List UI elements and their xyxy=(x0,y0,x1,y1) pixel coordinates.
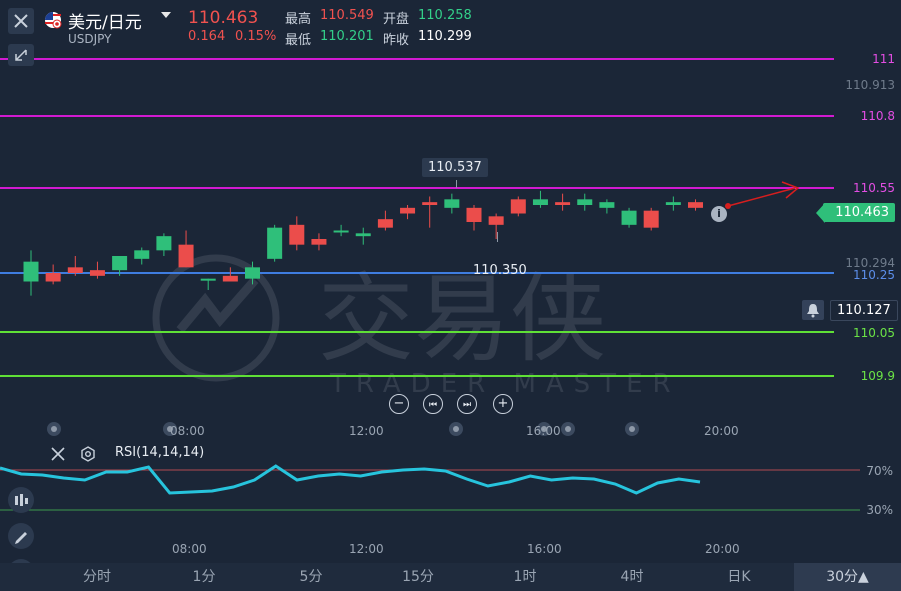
time-label: 16:00 xyxy=(526,424,561,438)
event-dot[interactable] xyxy=(561,422,575,436)
high-marker: 110.537 xyxy=(422,158,488,177)
candle-body xyxy=(67,267,83,273)
candles-icon xyxy=(15,494,28,506)
rsi-title: RSI(14,14,14) xyxy=(115,445,205,460)
rsi-time-label: 20:00 xyxy=(705,542,740,556)
axis-price-top: 110.913 xyxy=(845,78,895,92)
rsi-time-label: 12:00 xyxy=(349,542,384,556)
draw-tool-button[interactable] xyxy=(8,523,34,549)
candle-body xyxy=(444,199,460,208)
candle-body xyxy=(45,273,61,282)
watermark-cn: 交易侠 xyxy=(318,263,606,375)
rsi-time-label: 16:00 xyxy=(527,542,562,556)
time-label: 20:00 xyxy=(704,424,739,438)
candle-body xyxy=(134,250,150,259)
timeframe-tick[interactable]: 分时 xyxy=(57,563,137,591)
close-icon xyxy=(51,447,65,461)
timeframe-15m[interactable]: 15分 xyxy=(378,563,458,591)
candle-body xyxy=(112,256,128,271)
collapse-icon xyxy=(15,49,27,61)
high-marker-line xyxy=(456,180,457,188)
candle-body xyxy=(222,275,238,282)
bell-icon xyxy=(807,304,819,318)
candle-body xyxy=(311,239,327,245)
candle-body xyxy=(355,233,371,237)
collapse-button[interactable] xyxy=(8,44,34,66)
candle-body xyxy=(289,224,305,245)
candle-body xyxy=(400,207,416,214)
minus-icon: − xyxy=(393,396,405,411)
candle-body xyxy=(532,199,548,205)
timeframe-1m[interactable]: 1分 xyxy=(164,563,244,591)
candle-body xyxy=(89,270,105,276)
indicator-tool-button[interactable] xyxy=(8,487,34,513)
candle-body xyxy=(510,199,526,214)
candle-body xyxy=(267,227,283,259)
timeframe-1h[interactable]: 1时 xyxy=(485,563,565,591)
candle-body xyxy=(488,216,504,225)
candle-body xyxy=(599,202,615,208)
pencil-icon xyxy=(15,532,27,544)
candle-body xyxy=(245,267,260,279)
level-label-109-9: 109.9 xyxy=(860,369,895,383)
trend-arrow[interactable] xyxy=(725,181,800,209)
candle-body xyxy=(156,236,172,251)
zoom-in-button[interactable]: + xyxy=(493,394,513,414)
low-marker-line xyxy=(497,232,498,242)
candle-body xyxy=(665,202,681,205)
level-label-110-25: 110.25 xyxy=(853,268,895,282)
level-label-111: 111 xyxy=(872,52,895,66)
low-marker: 110.350 xyxy=(473,263,527,278)
candle-body xyxy=(643,210,659,228)
candle-body xyxy=(200,278,216,281)
skip-back-icon: ⏮ xyxy=(428,400,438,410)
timeframe-5m[interactable]: 5分 xyxy=(271,563,351,591)
info-icon[interactable]: i xyxy=(711,206,727,222)
level-label-110-05: 110.05 xyxy=(853,326,895,340)
skip-forward-icon: ⏭ xyxy=(462,400,472,410)
alert-button[interactable] xyxy=(802,300,824,320)
price-tag-pointer xyxy=(816,203,825,223)
gear-icon xyxy=(81,446,95,462)
plus-icon: + xyxy=(497,396,509,411)
candle-body xyxy=(377,219,393,228)
timeframe-30m[interactable]: 30分▲ xyxy=(794,563,901,591)
candle-body xyxy=(688,202,703,208)
candle-body xyxy=(621,210,637,225)
candle-body xyxy=(555,202,571,205)
alert-price-tag: 110.127 xyxy=(830,300,898,321)
event-dot[interactable] xyxy=(47,422,61,436)
timeframe-4h[interactable]: 4时 xyxy=(592,563,672,591)
rsi-time-label: 08:00 xyxy=(172,542,207,556)
close-indicator-button[interactable] xyxy=(50,446,66,462)
rsi-lower-label: 30% xyxy=(866,503,893,517)
candle-body xyxy=(466,207,482,222)
candle-body xyxy=(422,202,438,205)
candle-body xyxy=(23,261,39,282)
level-label-110-8: 110.8 xyxy=(860,109,895,123)
rsi-upper-label: 70% xyxy=(866,464,893,478)
candle-body xyxy=(577,199,593,205)
current-price-tag: 110.463 xyxy=(823,203,895,222)
candle-body xyxy=(178,244,194,268)
event-dot[interactable] xyxy=(625,422,639,436)
level-label-110-55: 110.55 xyxy=(853,181,895,195)
time-label: 12:00 xyxy=(349,424,384,438)
timeframe-day[interactable]: 日K xyxy=(699,563,779,591)
indicator-settings-button[interactable] xyxy=(80,446,96,462)
event-dot[interactable] xyxy=(449,422,463,436)
candle-body xyxy=(333,230,349,233)
zoom-out-button[interactable]: − xyxy=(389,394,409,414)
scroll-right-button[interactable]: ⏭ xyxy=(457,394,477,414)
scroll-left-button[interactable]: ⏮ xyxy=(423,394,443,414)
time-label: 08:00 xyxy=(170,424,205,438)
